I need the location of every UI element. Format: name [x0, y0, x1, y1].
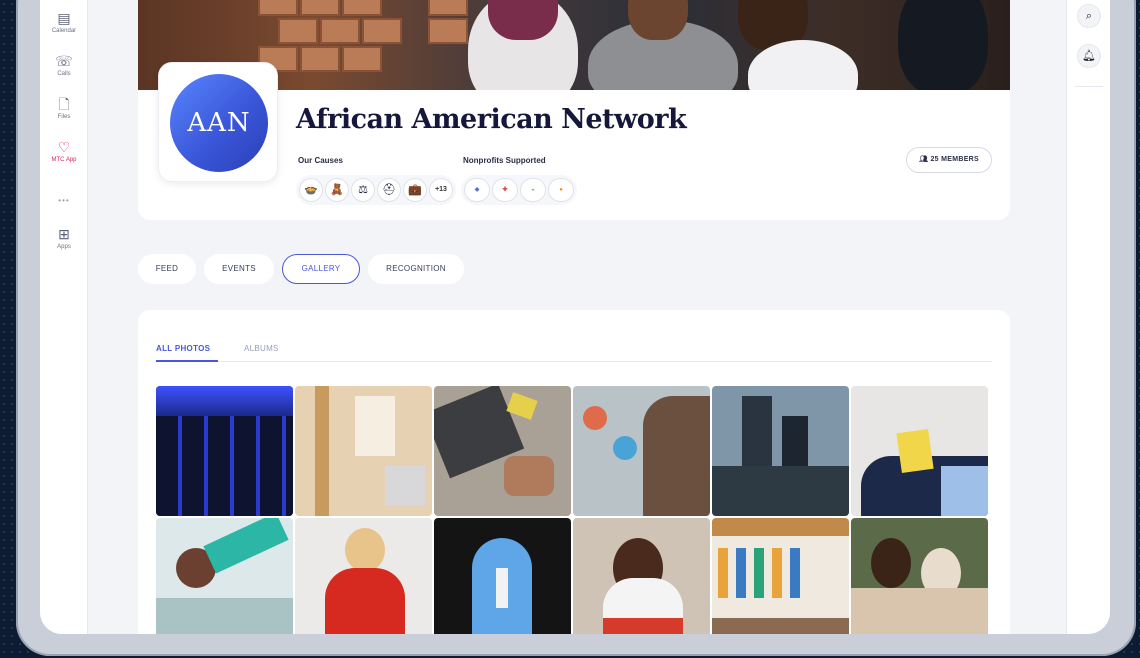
- gallery-panel: ALL PHOTOS ALBUMS: [138, 310, 1010, 634]
- gallery-photo[interactable]: [712, 518, 849, 634]
- nonprofit-logo-icon[interactable]: ●: [548, 178, 574, 202]
- more-icon[interactable]: •••: [40, 196, 88, 205]
- active-tab-indicator: [156, 360, 218, 362]
- group-profile-card: AAN African American Network Our Causes …: [138, 62, 1010, 220]
- gallery-photo[interactable]: [851, 386, 988, 516]
- plus-square-icon: ⊞: [58, 226, 70, 242]
- members-count: 25 MEMBERS: [930, 156, 979, 163]
- users-icon: 👥︎: [919, 156, 929, 163]
- search-button[interactable]: ⌕: [1077, 4, 1101, 28]
- nav-item-calendar[interactable]: ▤ Calendar: [40, 10, 88, 34]
- divider: [156, 361, 992, 362]
- gallery-photo[interactable]: [434, 386, 571, 516]
- members-button[interactable]: 👥︎ 25 MEMBERS: [906, 147, 992, 173]
- gallery-photo[interactable]: [851, 518, 988, 634]
- tab-gallery[interactable]: GALLERY: [282, 254, 360, 284]
- tab-recognition[interactable]: RECOGNITION: [368, 254, 464, 284]
- left-nav-rail: ▤ Calendar ☏ Calls 🗋 Files ♡ MTC App •••…: [40, 0, 88, 634]
- cause-justice-icon[interactable]: ⚖: [351, 178, 375, 202]
- nonprofit-logo-icon[interactable]: ◆: [464, 178, 490, 202]
- cause-bear-icon[interactable]: 🧸: [325, 178, 349, 202]
- nav-item-apps[interactable]: ⊞ Apps: [40, 226, 88, 250]
- gallery-photo[interactable]: [573, 386, 710, 516]
- our-causes-label: Our Causes: [298, 156, 343, 165]
- cause-food-icon[interactable]: 🍲: [299, 178, 323, 202]
- nav-item-files[interactable]: 🗋 Files: [40, 96, 88, 120]
- file-icon: 🗋: [58, 96, 70, 112]
- nav-item-mtc-app[interactable]: ♡ MTC App: [40, 139, 88, 163]
- calendar-icon: ▤: [57, 10, 71, 26]
- nonprofit-logo-icon[interactable]: ✚: [492, 178, 518, 202]
- nav-label: Apps: [57, 244, 71, 250]
- nav-label: MTC App: [51, 157, 77, 163]
- phone-icon: ☏: [55, 53, 73, 69]
- nav-label: Calendar: [51, 28, 77, 34]
- gallery-photo[interactable]: [156, 518, 293, 634]
- heart-icon: ♡: [57, 139, 71, 155]
- bell-icon: 🔔︎: [1082, 50, 1096, 62]
- gallery-photo[interactable]: [156, 386, 293, 516]
- gallery-photo[interactable]: [295, 386, 432, 516]
- cause-briefcase-icon[interactable]: 💼: [403, 178, 427, 202]
- tab-events[interactable]: EVENTS: [204, 254, 274, 284]
- nonprofits-label: Nonprofits Supported: [463, 156, 546, 165]
- subtab-albums[interactable]: ALBUMS: [244, 344, 279, 353]
- nav-label: Files: [57, 114, 71, 120]
- tab-feed[interactable]: FEED: [138, 254, 196, 284]
- group-title: African American Network: [296, 104, 687, 135]
- divider: [1075, 86, 1103, 87]
- nonprofit-logo-icon[interactable]: ◒: [520, 178, 546, 202]
- gallery-photo[interactable]: [712, 386, 849, 516]
- subtab-all-photos[interactable]: ALL PHOTOS: [156, 344, 210, 353]
- notifications-button[interactable]: 🔔︎: [1077, 44, 1101, 68]
- cause-helmet-icon[interactable]: ⛑: [377, 178, 401, 202]
- nav-item-calls[interactable]: ☏ Calls: [40, 53, 88, 77]
- app-screen: ▤ Calendar ☏ Calls 🗋 Files ♡ MTC App •••…: [40, 0, 1110, 634]
- search-icon: ⌕: [1085, 10, 1093, 22]
- right-rail: ⌕ 🔔︎: [1066, 0, 1110, 634]
- group-logo-circle: AAN: [170, 74, 268, 172]
- more-causes-badge[interactable]: +13: [429, 178, 453, 202]
- nonprofits-list: ◆ ✚ ◒ ●: [461, 175, 577, 205]
- causes-list: 🍲 🧸 ⚖ ⛑ 💼 +13: [296, 175, 456, 205]
- gallery-photo[interactable]: [573, 518, 710, 634]
- nav-label: Calls: [57, 71, 71, 77]
- gallery-photo[interactable]: [295, 518, 432, 634]
- group-logo: AAN: [158, 62, 278, 182]
- gallery-photo[interactable]: [434, 518, 571, 634]
